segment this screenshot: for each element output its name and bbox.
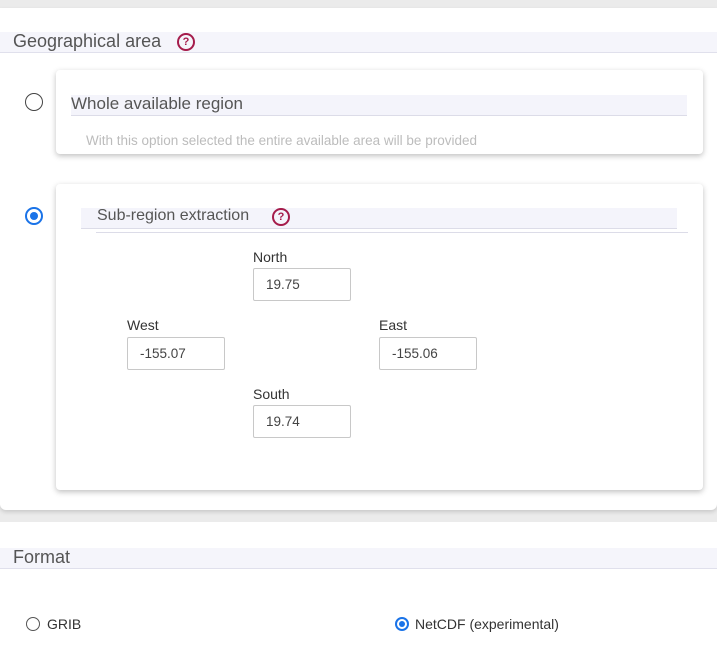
whole-region-card[interactable]: Whole available region With this option … <box>56 70 703 154</box>
subregion-help-icon[interactable]: ? <box>272 208 290 226</box>
north-label: North <box>253 249 288 265</box>
format-title: Format <box>13 547 71 567</box>
help-icon[interactable]: ? <box>177 33 195 51</box>
whole-region-radio[interactable] <box>25 93 43 111</box>
subregion-title: Sub-region extraction <box>97 207 250 224</box>
grib-radio[interactable] <box>26 617 40 631</box>
geographical-area-panel: Geographical area ? Whole available regi… <box>0 8 717 510</box>
east-label: East <box>379 317 408 333</box>
west-input[interactable] <box>127 337 225 370</box>
east-input[interactable] <box>379 337 477 370</box>
whole-region-title: Whole available region <box>71 94 243 113</box>
south-input[interactable] <box>253 405 351 438</box>
south-label: South <box>253 386 290 402</box>
geographical-area-title: Geographical area <box>13 31 162 51</box>
subregion-card: Sub-region extraction ? North West East … <box>56 184 703 490</box>
whole-region-description: With this option selected the entire ava… <box>86 133 477 148</box>
west-label: West <box>127 317 159 333</box>
format-panel: Format GRIB NetCDF (experimental) <box>0 522 717 650</box>
netcdf-radio[interactable] <box>395 617 409 631</box>
netcdf-label[interactable]: NetCDF (experimental) <box>415 616 559 632</box>
north-input[interactable] <box>253 268 351 301</box>
subregion-divider <box>96 232 688 233</box>
format-heading: Format <box>0 547 717 569</box>
grib-label[interactable]: GRIB <box>47 616 81 632</box>
geographical-area-heading: Geographical area ? <box>0 31 717 53</box>
subregion-radio[interactable] <box>25 207 43 225</box>
